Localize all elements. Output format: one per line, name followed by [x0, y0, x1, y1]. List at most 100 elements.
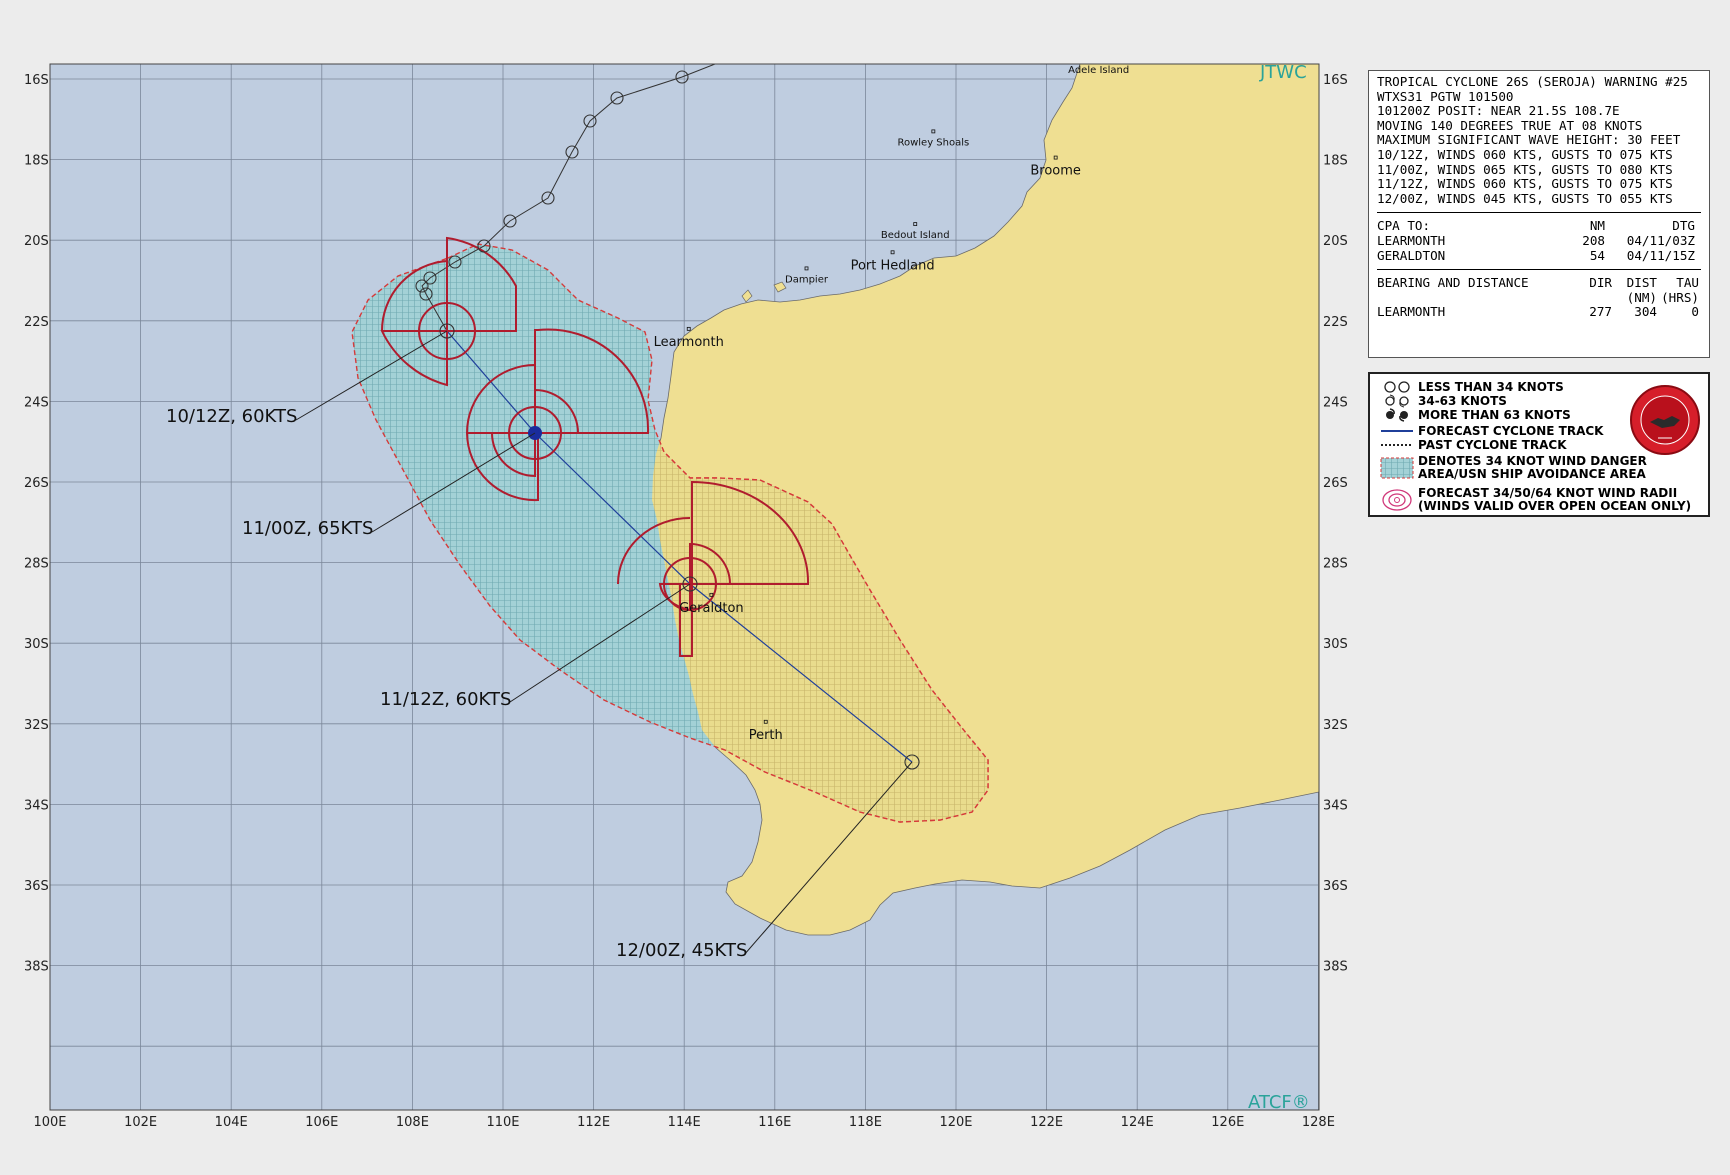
place-label: Perth — [749, 728, 783, 743]
legend-panel: LESS THAN 34 KNOTS 34-63 KNOTS MORE THAN… — [1368, 372, 1710, 517]
warning-info-panel: TROPICAL CYCLONE 26S (SEROJA) WARNING #2… — [1368, 70, 1710, 358]
warning-line: 10/12Z, WINDS 060 KTS, GUSTS TO 075 KTS — [1377, 147, 1673, 162]
lat-label: 28S — [1323, 557, 1348, 572]
lat-label: 34S — [1323, 798, 1348, 813]
bearing-tau: 0 — [1691, 304, 1699, 320]
lon-label: 100E — [33, 1115, 66, 1130]
lat-label: 32S — [24, 718, 49, 733]
lon-labels: 100E 102E 104E 106E 108E 110E 112E 114E 116E 118E… — [33, 1115, 1334, 1130]
place-marker — [1097, 57, 1100, 60]
lat-label: 30S — [24, 637, 49, 652]
lat-labels-left: 16S 18S 20S 22S 24S 26S 28S 30S 32S 34S 36S 38S — [24, 73, 49, 975]
lon-label: 110E — [486, 1115, 519, 1130]
danger-area-swatch-icon — [1376, 456, 1418, 480]
lon-label: 128E — [1302, 1115, 1335, 1130]
jtwc-brand: JTWC — [1259, 62, 1307, 83]
place-label: Bedout Island — [881, 230, 950, 241]
legend-item-forecast-track: FORECAST CYCLONE TRACK — [1376, 424, 1603, 438]
warning-line: 12/00Z, WINDS 045 KTS, GUSTS TO 055 KTS — [1377, 191, 1673, 206]
bearing-title: BEARING AND DISTANCE — [1377, 275, 1529, 291]
lon-label: 112E — [577, 1115, 610, 1130]
lon-label: 126E — [1211, 1115, 1244, 1130]
lat-label: 24S — [24, 395, 49, 410]
lon-label: 102E — [124, 1115, 157, 1130]
cpa-row: GERALDTON 54 04/11/15Z — [1377, 247, 1701, 264]
bearing-dist-header: DIST — [1626, 275, 1657, 291]
place-label: Geraldton — [679, 601, 744, 616]
legend-text: 34-63 KNOTS — [1418, 393, 1507, 408]
forecast-track-line-icon — [1376, 424, 1418, 438]
open-circle-icon — [1376, 380, 1418, 394]
forecast-label-11-00z: 11/00Z, 65KTS — [242, 518, 373, 539]
place-label: Broome — [1030, 164, 1081, 179]
lat-label: 24S — [1323, 395, 1348, 410]
place-label: Dampier — [785, 274, 829, 285]
bearing-place: LEARMONTH — [1377, 304, 1446, 320]
legend-item-less-34: LESS THAN 34 KNOTS — [1376, 380, 1564, 394]
lat-label: 28S — [24, 557, 49, 572]
lat-label: 34S — [24, 798, 49, 813]
forecast-label-10-12z: 10/12Z, 60KTS — [166, 406, 297, 427]
lon-label: 120E — [939, 1115, 972, 1130]
bearing-header: BEARING AND DISTANCE DIR DIST TAU — [1377, 276, 1701, 291]
lon-label: 122E — [1030, 1115, 1063, 1130]
tropical-storm-icon — [1376, 394, 1418, 408]
lat-label: 30S — [1323, 637, 1348, 652]
past-track-line-icon — [1376, 438, 1418, 452]
lat-label: 38S — [24, 960, 49, 975]
cpa-header: CPA TO: NM DTG — [1377, 219, 1701, 234]
lat-label: 16S — [1323, 73, 1348, 88]
forecast-label-12-00z: 12/00Z, 45KTS — [616, 940, 747, 961]
legend-text: MORE THAN 63 KNOTS — [1418, 407, 1571, 422]
lon-label: 118E — [849, 1115, 882, 1130]
warning-line: WTXS31 PGTW 101500 — [1377, 89, 1514, 104]
bearing-tau-unit: (HRS) — [1661, 289, 1699, 305]
cpa-nm: 208 — [1582, 232, 1605, 248]
bearing-dist-unit: (NM) — [1626, 289, 1657, 305]
bearing-dir-header: DIR — [1589, 275, 1612, 291]
warning-line: TROPICAL CYCLONE 26S (SEROJA) WARNING #2… — [1377, 75, 1688, 89]
lat-label: 18S — [1323, 154, 1348, 169]
legend-text: LESS THAN 34 KNOTS — [1418, 379, 1564, 394]
typhoon-icon — [1376, 408, 1418, 422]
lat-label: 36S — [24, 879, 49, 894]
wind-radii-rings-icon — [1376, 488, 1418, 512]
place-label: Port Hedland — [851, 258, 935, 273]
lat-label: 26S — [1323, 476, 1348, 491]
cpa-header-label: CPA TO: — [1377, 218, 1431, 234]
lat-label: 22S — [24, 315, 49, 330]
lon-label: 104E — [215, 1115, 248, 1130]
place-label: Learmonth — [654, 335, 724, 350]
place-label: Rowley Shoals — [897, 137, 969, 148]
legend-item-more-63: MORE THAN 63 KNOTS — [1376, 408, 1571, 422]
lon-label: 114E — [668, 1115, 701, 1130]
place-label: Adele Island — [1068, 65, 1129, 76]
warning-line: 101200Z POSIT: NEAR 21.5S 108.7E — [1377, 104, 1620, 119]
cpa-dtg: 04/11/15Z — [1626, 247, 1695, 263]
lat-label: 38S — [1323, 960, 1348, 975]
lat-label: 18S — [24, 154, 49, 169]
bearing-dist: 304 — [1634, 304, 1657, 320]
lon-label: 106E — [305, 1115, 338, 1130]
cpa-place: GERALDTON — [1377, 247, 1446, 263]
legend-text: PAST CYCLONE TRACK — [1418, 437, 1567, 452]
cpa-row: LEARMONTH 208 04/11/03Z — [1377, 232, 1701, 249]
lat-label: 26S — [24, 476, 49, 491]
lon-label: 124E — [1121, 1115, 1154, 1130]
legend-item-34-63: 34-63 KNOTS — [1376, 394, 1507, 408]
cpa-header-dtg: DTG — [1672, 218, 1695, 234]
divider — [1377, 212, 1701, 214]
forecast-label-11-12z: 11/12Z, 60KTS — [380, 689, 511, 710]
legend-text: FORECAST CYCLONE TRACK — [1418, 423, 1604, 438]
cpa-place: LEARMONTH — [1377, 232, 1446, 248]
legend-item-danger-area: DENOTES 34 KNOT WIND DANGER AREA/USN SHI… — [1376, 454, 1647, 482]
lat-label: 20S — [1323, 234, 1348, 249]
bearing-sub-blank — [1377, 291, 1582, 306]
lon-label: 108E — [396, 1115, 429, 1130]
cpa-dtg: 04/11/03Z — [1626, 232, 1695, 248]
bearing-dir: 277 — [1589, 304, 1612, 320]
divider — [1377, 269, 1701, 271]
warning-line: 11/00Z, WINDS 065 KTS, GUSTS TO 080 KTS — [1377, 162, 1673, 177]
atcf-brand: ATCF® — [1248, 1092, 1310, 1113]
cpa-nm: 54 — [1589, 247, 1605, 263]
